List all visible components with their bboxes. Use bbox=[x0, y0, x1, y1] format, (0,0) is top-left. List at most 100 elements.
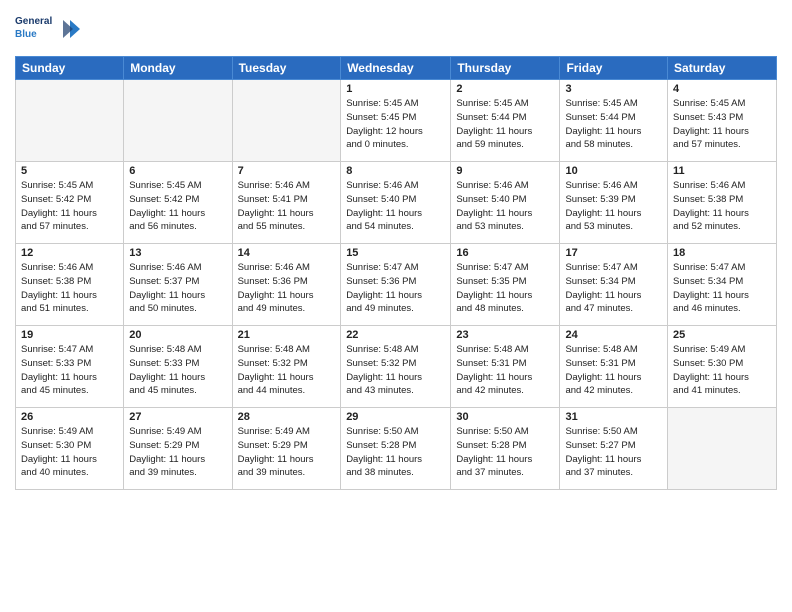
day-info: Sunrise: 5:49 AM Sunset: 5:29 PM Dayligh… bbox=[129, 425, 226, 480]
day-info: Sunrise: 5:48 AM Sunset: 5:33 PM Dayligh… bbox=[129, 343, 226, 398]
day-info: Sunrise: 5:48 AM Sunset: 5:31 PM Dayligh… bbox=[565, 343, 662, 398]
day-info: Sunrise: 5:46 AM Sunset: 5:38 PM Dayligh… bbox=[673, 179, 771, 234]
day-info: Sunrise: 5:46 AM Sunset: 5:39 PM Dayligh… bbox=[565, 179, 662, 234]
day-number: 6 bbox=[129, 165, 226, 177]
day-info: Sunrise: 5:45 AM Sunset: 5:44 PM Dayligh… bbox=[456, 97, 554, 152]
day-info: Sunrise: 5:48 AM Sunset: 5:32 PM Dayligh… bbox=[238, 343, 336, 398]
day-info: Sunrise: 5:48 AM Sunset: 5:32 PM Dayligh… bbox=[346, 343, 445, 398]
day-number: 1 bbox=[346, 83, 445, 95]
week-row-4: 19 Sunrise: 5:47 AM Sunset: 5:33 PM Dayli… bbox=[16, 326, 777, 408]
day-info: Sunrise: 5:49 AM Sunset: 5:30 PM Dayligh… bbox=[673, 343, 771, 398]
header: General Blue bbox=[15, 10, 777, 50]
calendar-cell: 20 Sunrise: 5:48 AM Sunset: 5:33 PM Dayli… bbox=[124, 326, 232, 408]
calendar-cell: 5 Sunrise: 5:45 AM Sunset: 5:42 PM Daylig… bbox=[16, 162, 124, 244]
calendar-cell: 30 Sunrise: 5:50 AM Sunset: 5:28 PM Dayli… bbox=[451, 408, 560, 490]
calendar-cell bbox=[232, 80, 341, 162]
week-row-2: 5 Sunrise: 5:45 AM Sunset: 5:42 PM Daylig… bbox=[16, 162, 777, 244]
day-number: 10 bbox=[565, 165, 662, 177]
day-number: 4 bbox=[673, 83, 771, 95]
day-info: Sunrise: 5:47 AM Sunset: 5:34 PM Dayligh… bbox=[565, 261, 662, 316]
calendar-cell: 24 Sunrise: 5:48 AM Sunset: 5:31 PM Dayli… bbox=[560, 326, 668, 408]
weekday-header-sunday: Sunday bbox=[16, 57, 124, 80]
day-info: Sunrise: 5:49 AM Sunset: 5:30 PM Dayligh… bbox=[21, 425, 118, 480]
day-number: 20 bbox=[129, 329, 226, 341]
calendar-cell: 29Sunrise: 5:50 AM Sunset: 5:28 PM Dayli… bbox=[341, 408, 451, 490]
calendar-cell: 11 Sunrise: 5:46 AM Sunset: 5:38 PM Dayli… bbox=[668, 162, 777, 244]
weekday-header-friday: Friday bbox=[560, 57, 668, 80]
calendar-table: SundayMondayTuesdayWednesdayThursdayFrid… bbox=[15, 56, 777, 490]
week-row-3: 12 Sunrise: 5:46 AM Sunset: 5:38 PM Dayli… bbox=[16, 244, 777, 326]
calendar-cell: 28 Sunrise: 5:49 AM Sunset: 5:29 PM Dayli… bbox=[232, 408, 341, 490]
day-number: 26 bbox=[21, 411, 118, 423]
day-info: Sunrise: 5:50 AM Sunset: 5:28 PM Dayligh… bbox=[456, 425, 554, 480]
day-number: 28 bbox=[238, 411, 336, 423]
day-number: 7 bbox=[238, 165, 336, 177]
calendar-cell: 31 Sunrise: 5:50 AM Sunset: 5:27 PM Dayli… bbox=[560, 408, 668, 490]
calendar-cell: 22 Sunrise: 5:48 AM Sunset: 5:32 PM Dayli… bbox=[341, 326, 451, 408]
day-info: Sunrise: 5:45 AM Sunset: 5:42 PM Dayligh… bbox=[129, 179, 226, 234]
calendar-cell: 25 Sunrise: 5:49 AM Sunset: 5:30 PM Dayli… bbox=[668, 326, 777, 408]
weekday-header-row: SundayMondayTuesdayWednesdayThursdayFrid… bbox=[16, 57, 777, 80]
calendar-cell: 7 Sunrise: 5:46 AM Sunset: 5:41 PM Daylig… bbox=[232, 162, 341, 244]
weekday-header-thursday: Thursday bbox=[451, 57, 560, 80]
day-number: 2 bbox=[456, 83, 554, 95]
calendar-cell: 10 Sunrise: 5:46 AM Sunset: 5:39 PM Dayli… bbox=[560, 162, 668, 244]
calendar-cell bbox=[124, 80, 232, 162]
day-number: 22 bbox=[346, 329, 445, 341]
day-number: 12 bbox=[21, 247, 118, 259]
calendar-cell: 8 Sunrise: 5:46 AM Sunset: 5:40 PM Daylig… bbox=[341, 162, 451, 244]
calendar-cell: 15 Sunrise: 5:47 AM Sunset: 5:36 PM Dayli… bbox=[341, 244, 451, 326]
calendar-cell: 23 Sunrise: 5:48 AM Sunset: 5:31 PM Dayli… bbox=[451, 326, 560, 408]
calendar-cell: 13Sunrise: 5:46 AM Sunset: 5:37 PM Dayli… bbox=[124, 244, 232, 326]
day-info: Sunrise: 5:45 AM Sunset: 5:42 PM Dayligh… bbox=[21, 179, 118, 234]
calendar-container: General Blue SundayMondayTuesdayWednesda… bbox=[0, 0, 792, 612]
weekday-header-tuesday: Tuesday bbox=[232, 57, 341, 80]
day-info: Sunrise: 5:47 AM Sunset: 5:34 PM Dayligh… bbox=[673, 261, 771, 316]
day-number: 9 bbox=[456, 165, 554, 177]
calendar-cell: 26 Sunrise: 5:49 AM Sunset: 5:30 PM Dayli… bbox=[16, 408, 124, 490]
day-number: 19 bbox=[21, 329, 118, 341]
day-number: 23 bbox=[456, 329, 554, 341]
calendar-cell: 14 Sunrise: 5:46 AM Sunset: 5:36 PM Dayli… bbox=[232, 244, 341, 326]
day-info: Sunrise: 5:45 AM Sunset: 5:43 PM Dayligh… bbox=[673, 97, 771, 152]
day-number: 27 bbox=[129, 411, 226, 423]
day-info: Sunrise: 5:49 AM Sunset: 5:29 PM Dayligh… bbox=[238, 425, 336, 480]
day-number: 18 bbox=[673, 247, 771, 259]
day-number: 16 bbox=[456, 247, 554, 259]
day-number: 15 bbox=[346, 247, 445, 259]
day-number: 31 bbox=[565, 411, 662, 423]
day-number: 8 bbox=[346, 165, 445, 177]
calendar-cell: 9Sunrise: 5:46 AM Sunset: 5:40 PM Daylig… bbox=[451, 162, 560, 244]
calendar-cell: 17 Sunrise: 5:47 AM Sunset: 5:34 PM Dayli… bbox=[560, 244, 668, 326]
day-info: Sunrise: 5:48 AM Sunset: 5:31 PM Dayligh… bbox=[456, 343, 554, 398]
calendar-cell: 12 Sunrise: 5:46 AM Sunset: 5:38 PM Dayli… bbox=[16, 244, 124, 326]
day-info: Sunrise: 5:46 AM Sunset: 5:38 PM Dayligh… bbox=[21, 261, 118, 316]
day-info: Sunrise: 5:47 AM Sunset: 5:35 PM Dayligh… bbox=[456, 261, 554, 316]
day-info: Sunrise: 5:47 AM Sunset: 5:33 PM Dayligh… bbox=[21, 343, 118, 398]
calendar-cell: 19 Sunrise: 5:47 AM Sunset: 5:33 PM Dayli… bbox=[16, 326, 124, 408]
calendar-cell: 21 Sunrise: 5:48 AM Sunset: 5:32 PM Dayli… bbox=[232, 326, 341, 408]
day-number: 24 bbox=[565, 329, 662, 341]
day-number: 25 bbox=[673, 329, 771, 341]
week-row-1: 1Sunrise: 5:45 AM Sunset: 5:45 PM Daylig… bbox=[16, 80, 777, 162]
day-number: 30 bbox=[456, 411, 554, 423]
calendar-cell: 2 Sunrise: 5:45 AM Sunset: 5:44 PM Daylig… bbox=[451, 80, 560, 162]
calendar-cell: 6 Sunrise: 5:45 AM Sunset: 5:42 PM Daylig… bbox=[124, 162, 232, 244]
day-number: 3 bbox=[565, 83, 662, 95]
day-info: Sunrise: 5:46 AM Sunset: 5:36 PM Dayligh… bbox=[238, 261, 336, 316]
day-number: 17 bbox=[565, 247, 662, 259]
day-number: 11 bbox=[673, 165, 771, 177]
day-info: Sunrise: 5:46 AM Sunset: 5:41 PM Dayligh… bbox=[238, 179, 336, 234]
weekday-header-wednesday: Wednesday bbox=[341, 57, 451, 80]
day-info: Sunrise: 5:47 AM Sunset: 5:36 PM Dayligh… bbox=[346, 261, 445, 316]
day-number: 21 bbox=[238, 329, 336, 341]
calendar-cell bbox=[668, 408, 777, 490]
day-info: Sunrise: 5:46 AM Sunset: 5:40 PM Dayligh… bbox=[346, 179, 445, 234]
calendar-cell: 1Sunrise: 5:45 AM Sunset: 5:45 PM Daylig… bbox=[341, 80, 451, 162]
day-info: Sunrise: 5:50 AM Sunset: 5:27 PM Dayligh… bbox=[565, 425, 662, 480]
calendar-cell: 4 Sunrise: 5:45 AM Sunset: 5:43 PM Daylig… bbox=[668, 80, 777, 162]
day-info: Sunrise: 5:50 AM Sunset: 5:28 PM Dayligh… bbox=[346, 425, 445, 480]
day-number: 5 bbox=[21, 165, 118, 177]
svg-text:Blue: Blue bbox=[15, 29, 37, 40]
day-number: 14 bbox=[238, 247, 336, 259]
